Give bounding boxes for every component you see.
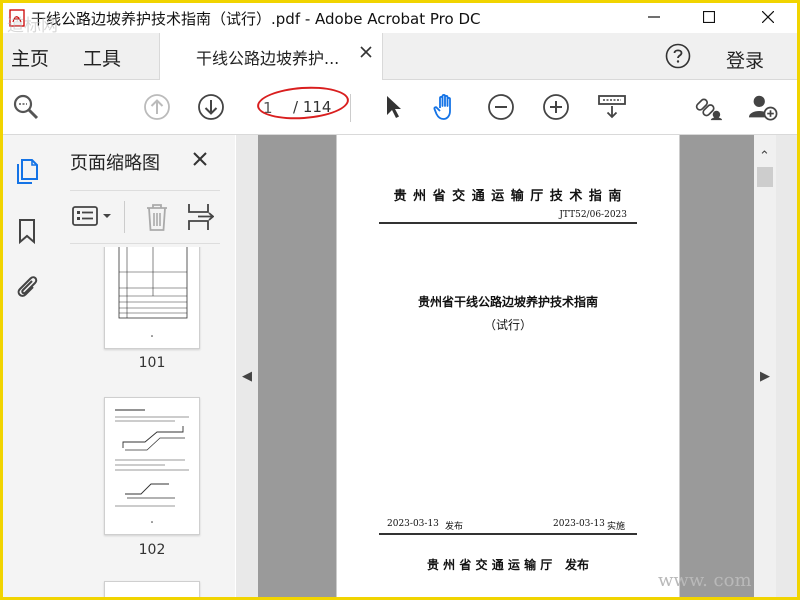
fit-page-icon <box>598 95 626 119</box>
tab-tools[interactable]: 工具 <box>83 44 121 71</box>
thumbnail-page-103[interactable] <box>104 581 200 597</box>
window-title: 干线公路边坡养护技术指南（试行）.pdf - Adobe Acrobat Pro… <box>31 10 481 28</box>
implement-date: 2023-03-13 <box>553 519 605 529</box>
expand-right-panel-icon[interactable]: ▶ <box>760 369 770 384</box>
options-menu-icon[interactable] <box>72 205 116 227</box>
implement-label: 实施 <box>607 522 626 532</box>
close-tab-icon[interactable] <box>360 46 372 58</box>
zoom-search-button[interactable] <box>11 92 41 122</box>
tab-home[interactable]: 主页 <box>11 44 49 71</box>
bottom-rule <box>379 533 637 535</box>
publish-label: 发布 <box>445 522 464 532</box>
attachment-icon[interactable] <box>13 273 41 301</box>
publish-date: 2023-03-13 <box>387 519 439 529</box>
watermark-top-left: 道标网 <box>7 16 58 36</box>
close-panel-icon[interactable] <box>192 151 208 167</box>
app-window: 干线公路边坡养护技术指南（试行）.pdf - Adobe Acrobat Pro… <box>0 0 800 600</box>
thumbnail-label-101: 101 <box>138 355 166 371</box>
collapse-left-panel-icon[interactable]: ◀ <box>242 369 252 384</box>
close-icon <box>762 11 774 23</box>
title-bar: 干线公路边坡养护技术指南（试行）.pdf - Adobe Acrobat Pro… <box>3 3 797 33</box>
insert-page-icon[interactable] <box>186 202 214 232</box>
minimize-icon <box>648 16 660 18</box>
panel-toolbar-divider <box>124 201 125 233</box>
thumbnail-list: 101 102 <box>70 247 210 597</box>
hand-tool-button[interactable] <box>431 92 461 122</box>
page-down-icon <box>198 94 224 120</box>
fit-page-button[interactable] <box>597 92 627 122</box>
hand-tool-icon <box>433 93 451 120</box>
maximize-button[interactable] <box>686 3 732 31</box>
next-page-button[interactable] <box>196 92 226 122</box>
top-rule <box>379 222 637 224</box>
panel-title: 页面缩略图 <box>70 153 160 174</box>
panel-toolbar <box>70 190 220 244</box>
document-scroll-thumb[interactable] <box>757 167 773 187</box>
select-arrow-icon <box>387 96 401 118</box>
add-user-button[interactable] <box>748 92 778 122</box>
document-viewport[interactable]: ◀ 贵 州 省 交 通 运 输 厅 技 术 指 南 JTT52/06-2023 … <box>236 135 797 597</box>
maximize-icon <box>703 11 715 23</box>
add-user-icon <box>748 95 778 121</box>
document-scrollbar[interactable]: ⌃ ▶ <box>754 135 776 597</box>
thumbnails-panel: 页面缩略图 101 102 <box>55 135 279 597</box>
login-button[interactable]: 登录 <box>726 46 764 73</box>
doc-scroll-up-icon[interactable]: ⌃ <box>759 149 770 164</box>
zoom-out-button[interactable] <box>486 92 516 122</box>
publisher-name: 贵 州 省 交 通 运 输 厅 <box>427 558 553 572</box>
page-gutter-right <box>678 135 754 597</box>
thumbnail-page-101[interactable] <box>104 247 200 349</box>
zoom-icon <box>13 94 39 120</box>
issuer-heading: 贵 州 省 交 通 运 输 厅 技 术 指 南 <box>393 189 623 204</box>
document-title: 贵州省干线公路边坡养护技术指南 <box>417 295 598 309</box>
zoom-in-button[interactable] <box>541 92 571 122</box>
page-thumbnails-icon[interactable] <box>13 157 41 185</box>
watermark-bottom-right: www. com <box>658 570 752 591</box>
share-link-button[interactable] <box>693 92 723 122</box>
select-tool-button[interactable] <box>378 92 408 122</box>
red-annotation-ellipse <box>255 83 351 123</box>
delete-icon[interactable] <box>144 202 170 232</box>
minimize-button[interactable] <box>631 3 677 31</box>
standard-code: JTT52/06-2023 <box>559 210 627 220</box>
share-link-icon <box>695 98 723 121</box>
publisher-action: 发布 <box>565 558 590 572</box>
main-toolbar: / 114 <box>3 80 797 135</box>
document-subtitle: （试行） <box>483 318 532 332</box>
document-tab[interactable]: 干线公路边坡养护... <box>159 33 383 80</box>
toolbar-divider <box>350 94 351 122</box>
thumbnail-101-preview <box>118 247 188 337</box>
thumbnail-label-102: 102 <box>138 542 166 558</box>
help-icon[interactable] <box>665 43 691 69</box>
thumbnail-102-preview <box>115 409 189 523</box>
page-up-icon <box>144 94 170 120</box>
pdf-page: 贵 州 省 交 通 运 输 厅 技 术 指 南 JTT52/06-2023 贵州… <box>336 135 680 597</box>
page-gutter-left <box>258 135 336 597</box>
thumbnail-page-102[interactable] <box>104 397 200 535</box>
zoom-out-icon <box>488 94 514 120</box>
zoom-in-icon <box>543 94 569 120</box>
tab-bar: 主页 工具 干线公路边坡养护... 登录 <box>3 33 797 80</box>
previous-page-button[interactable] <box>142 92 172 122</box>
close-button[interactable] <box>745 3 791 31</box>
document-tab-label: 干线公路边坡养护... <box>196 49 340 68</box>
navigation-rail <box>3 135 56 597</box>
bookmark-icon[interactable] <box>13 217 41 245</box>
